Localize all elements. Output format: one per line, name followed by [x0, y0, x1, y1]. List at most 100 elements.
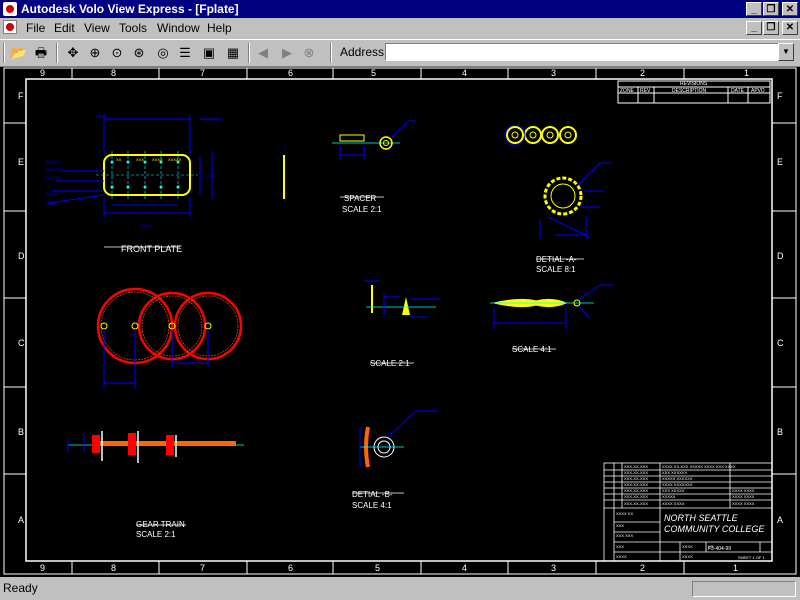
svg-text:XXXX XXXX: XXXX XXXX [662, 501, 685, 506]
gear-train-scale-label: SCALE 2:1 [136, 530, 176, 539]
status-text: Ready [3, 581, 38, 595]
forward-icon[interactable]: ▶ [278, 44, 296, 62]
svg-text:XXXX: XXXX [682, 544, 693, 549]
col-label: 6 [288, 68, 293, 78]
print-icon[interactable]: 🖶 [32, 44, 50, 62]
svg-text:XXXX X: XXXX X [46, 167, 61, 172]
minimize-button[interactable]: _ [746, 2, 762, 16]
zoom-extents-icon[interactable]: ⊛ [130, 44, 148, 62]
col-label: 6 [288, 563, 293, 573]
front-plate-label: FRONT PLATE [121, 244, 182, 254]
col-label: 5 [371, 68, 376, 78]
border-ticks [4, 68, 796, 574]
title-bar: Autodesk Volo View Express - [Fplate] _ … [0, 0, 800, 18]
rev-header: REV [640, 88, 651, 94]
detail-a-label: DETIAL -A- [536, 255, 577, 264]
scale-2-1-label: SCALE 2:1 [370, 359, 410, 368]
cad-drawing: 9 8 7 6 5 4 3 2 1 9 8 7 6 5 4 3 2 1 F E … [3, 67, 797, 575]
detail-b-label: DETIAL -B- [352, 490, 393, 499]
address-dropdown-button[interactable]: ▼ [778, 43, 794, 61]
svg-text:XXXX XX: XXXX XX [616, 511, 633, 516]
spacer-view: SPACER SCALE 2:1 [332, 120, 416, 214]
col-label: 8 [111, 68, 116, 78]
stop-icon[interactable]: ⊗ [300, 44, 318, 62]
svg-text:XXXXX XXXXXX: XXXXX XXXXXX [662, 476, 693, 481]
col-label: 1 [744, 68, 749, 78]
menu-help[interactable]: Help [207, 21, 232, 35]
orbit-icon[interactable]: ◎ [154, 44, 172, 62]
row-label: A [18, 515, 24, 525]
svg-text:XXXX: XXXX [682, 554, 693, 559]
row-labels: F E D C B A F E D C B A [18, 91, 784, 525]
menu-tools[interactable]: Tools [119, 21, 147, 35]
gear-train-view: GEAR TRAIN SCALE 2:1 [67, 431, 244, 539]
menu-window[interactable]: Window [157, 21, 200, 35]
row-label: C [18, 338, 25, 348]
svg-text:XXX-XX-XXX: XXX-XX-XXX [624, 470, 648, 475]
open-icon[interactable]: 📂 [10, 44, 28, 62]
svg-text:XXXX: XXXX [616, 554, 627, 559]
spacer-scale-label: SCALE 2:1 [342, 205, 382, 214]
svg-text:XXXX XXXX: XXXX XXXX [732, 494, 755, 499]
svg-text:X.XXX: X.XXX [204, 173, 216, 178]
layers-icon[interactable]: ☰ [176, 44, 194, 62]
rev-header: DATE [731, 88, 745, 94]
gear-assembly-view [96, 287, 243, 389]
address-label: Address: [340, 45, 388, 59]
gear-train-label: GEAR TRAIN [136, 520, 185, 529]
back-icon[interactable]: ◀ [254, 44, 272, 62]
svg-text:XXX XXXXXX: XXX XXXXXX [662, 470, 687, 475]
svg-text:XXX XXXXX: XXX XXXXX [662, 488, 685, 493]
col-label: 4 [462, 563, 467, 573]
rev-header: DESCRIPTION [672, 88, 707, 94]
svg-text:X XXX: X XXX [214, 117, 226, 122]
menu-view[interactable]: View [84, 21, 110, 35]
svg-text:XXXX XXXX: XXXX XXXX [732, 501, 755, 506]
svg-text:X XXXX: X XXXX [46, 191, 61, 196]
rev-header: APVD [751, 88, 765, 94]
row-label: F [18, 91, 24, 101]
views-icon[interactable]: ▣ [200, 44, 218, 62]
app-icon[interactable] [3, 2, 17, 16]
row-label: E [777, 157, 783, 167]
close-button[interactable]: ✕ [782, 2, 798, 16]
col-label: 5 [375, 563, 380, 573]
menu-edit[interactable]: Edit [54, 21, 75, 35]
pan-icon[interactable]: ✥ [64, 44, 82, 62]
col-label: 3 [551, 68, 556, 78]
column-labels-bottom: 9 8 7 6 5 4 3 2 1 [40, 563, 738, 573]
outer-border [3, 67, 797, 575]
menu-file[interactable]: File [26, 21, 45, 35]
front-plate-view: 4XXXXXXXX XXXX XXX XXXXXXXX X XXXX.XXXX.… [46, 113, 226, 254]
menu-bar: File Edit View Tools Window Help [0, 18, 800, 38]
svg-text:XXXX: XXXX [152, 157, 163, 162]
drawing-canvas[interactable]: 9 8 7 6 5 4 3 2 1 9 8 7 6 5 4 3 2 1 F E … [0, 67, 800, 577]
col-label: 7 [200, 68, 205, 78]
col-label: 1 [733, 563, 738, 573]
zoom-window-icon[interactable]: ⊙ [108, 44, 126, 62]
doc-close-button[interactable]: ✕ [782, 21, 798, 35]
document-icon[interactable] [3, 20, 17, 34]
grid-icon[interactable]: ▦ [224, 44, 242, 62]
svg-text:XXX XX: XXX XX [46, 175, 61, 180]
zoom-realtime-icon[interactable]: ⊕ [86, 44, 104, 62]
col-label: 3 [551, 563, 556, 573]
doc-minimize-button[interactable]: _ [746, 21, 762, 35]
detail-b-view: DETIAL -B- SCALE 4:1 [352, 410, 438, 510]
address-input[interactable] [385, 43, 779, 61]
svg-text:XXXXX: XXXXX [662, 494, 676, 499]
svg-text:XXXX XXXX: XXXX XXXX [732, 488, 755, 493]
status-panel [692, 581, 796, 597]
column-labels-top: 9 8 7 6 5 4 3 2 1 [40, 68, 749, 78]
svg-text:XXX-XX-XXX: XXX-XX-XXX [624, 501, 648, 506]
rev-header: ZONE [620, 88, 635, 94]
svg-text:XXX-XX-XXX: XXX-XX-XXX [624, 482, 648, 487]
doc-restore-button[interactable]: ❐ [763, 21, 779, 35]
svg-text:XX: XX [116, 157, 122, 162]
col-label: 7 [200, 563, 205, 573]
spacer-label: SPACER [344, 194, 377, 203]
svg-text:XXX-XX-XXX: XXX-XX-XXX [624, 464, 648, 469]
row-label: B [777, 427, 783, 437]
restore-button[interactable]: ❐ [763, 2, 779, 16]
detail-a-scale-label: SCALE 8:1 [536, 265, 576, 274]
